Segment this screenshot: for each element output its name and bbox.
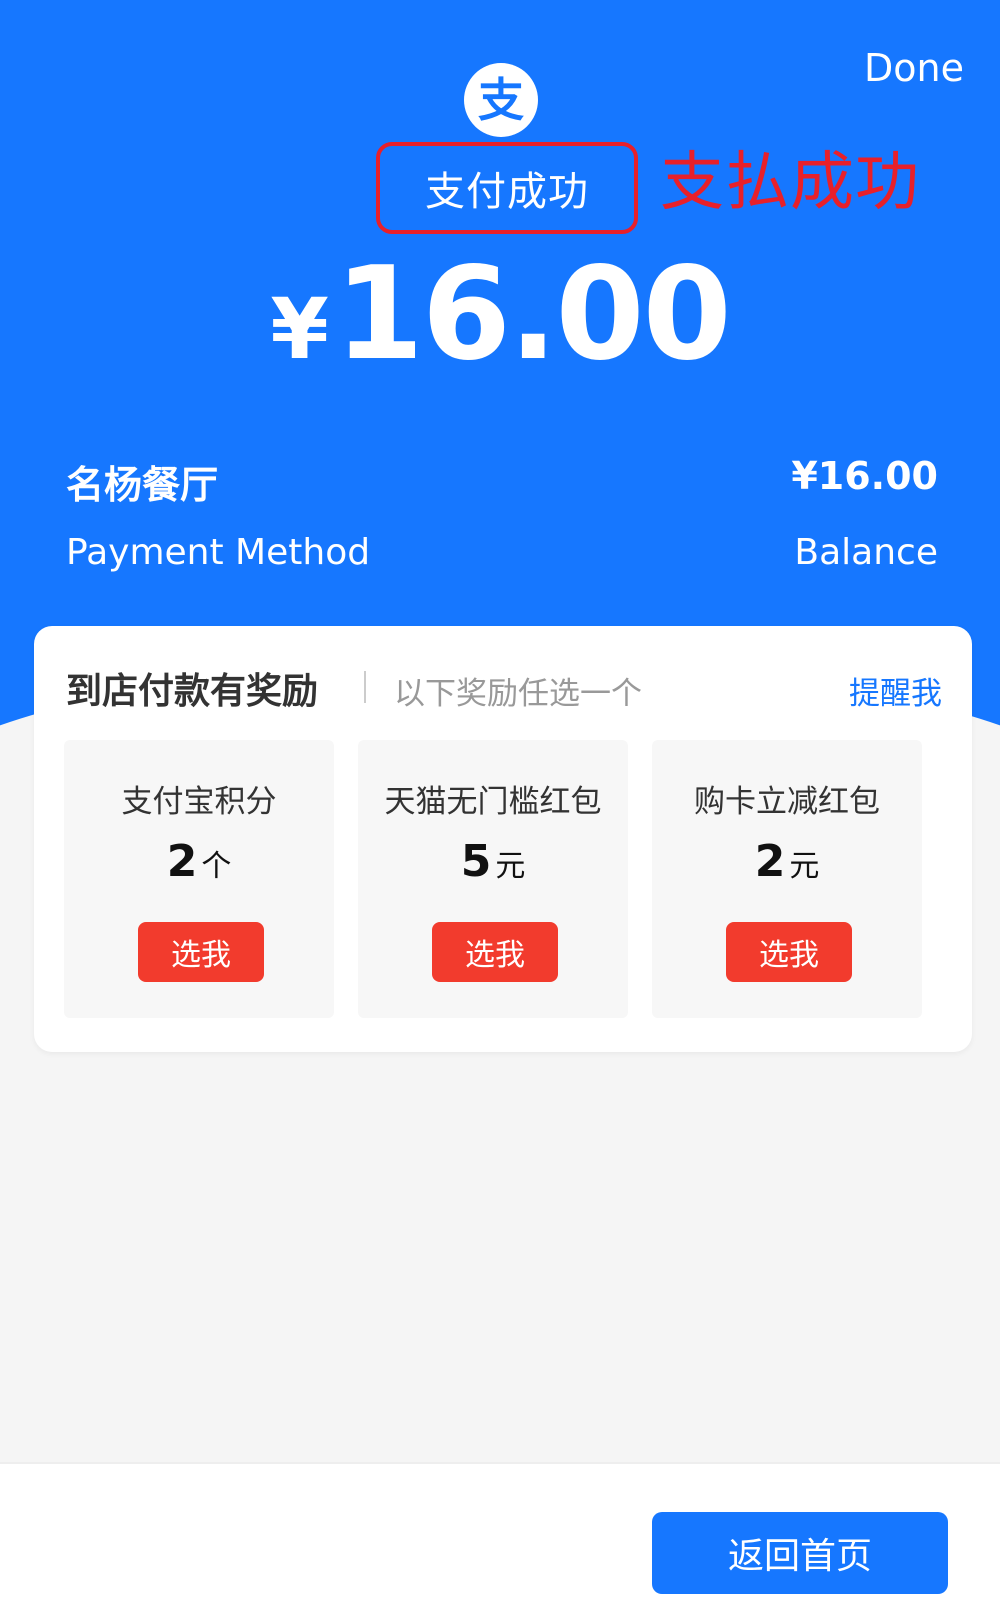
status-highlight-box: 支付成功 <box>376 142 638 234</box>
reward-option: 天猫无门槛红包 5元 选我 <box>358 740 628 1018</box>
rewards-subtitle: 以下奖励任选一个 <box>394 676 642 712</box>
reward-value: 2 <box>166 836 198 887</box>
reward-value: 2 <box>754 836 786 887</box>
payment-status-text: 支付成功 <box>425 169 589 215</box>
reward-unit: 个 <box>201 849 232 884</box>
reward-option: 支付宝积分 2个 选我 <box>64 740 334 1018</box>
reward-unit: 元 <box>495 849 526 884</box>
payment-method-label: Payment Method <box>66 532 371 573</box>
alipay-logo-icon: 支 <box>478 73 524 127</box>
alipay-logo: 支 <box>464 63 538 137</box>
reward-name: 支付宝积分 <box>121 784 277 820</box>
reward-amount: 2个 <box>64 836 334 887</box>
reward-amount: 5元 <box>358 836 628 887</box>
merchant-name: 名杨餐厅 <box>66 463 219 507</box>
rewards-title: 到店付款有奖励 <box>66 671 319 712</box>
select-reward-button[interactable]: 选我 <box>432 922 558 982</box>
reward-value: 5 <box>460 836 492 887</box>
back-to-home-button[interactable]: 返回首页 <box>652 1512 948 1594</box>
reward-unit: 元 <box>789 849 820 884</box>
reward-option: 购卡立减红包 2元 选我 <box>652 740 922 1018</box>
reward-amount: 2元 <box>652 836 922 887</box>
currency-symbol: ¥ <box>270 280 329 378</box>
payment-method-value: Balance <box>794 532 938 573</box>
reward-name: 购卡立减红包 <box>694 784 880 820</box>
status-annotation: 支払成功 <box>660 146 920 220</box>
merchant-amount: ¥16.00 <box>791 454 938 498</box>
payment-method-row: Payment Method Balance <box>66 532 938 573</box>
amount-value: 16.00 <box>334 240 732 389</box>
done-button[interactable]: Done <box>864 46 964 90</box>
rewards-divider <box>364 671 366 703</box>
payment-success-screen: Done 支 支付成功 支払成功 ¥16.00 名杨餐厅 ¥16.00 Paym… <box>0 0 1000 1597</box>
select-reward-button[interactable]: 选我 <box>138 922 264 982</box>
rewards-card: 到店付款有奖励 以下奖励任选一个 提醒我 支付宝积分 2个 选我 天猫无门槛红包… <box>34 626 972 1052</box>
bottom-bar: 返回首页 <box>0 1462 1000 1597</box>
select-reward-button[interactable]: 选我 <box>726 922 852 982</box>
remind-me-link[interactable]: 提醒我 <box>849 668 942 713</box>
payment-amount: ¥16.00 <box>0 240 1000 389</box>
merchant-row: 名杨餐厅 ¥16.00 <box>66 454 938 509</box>
reward-name: 天猫无门槛红包 <box>384 784 602 820</box>
